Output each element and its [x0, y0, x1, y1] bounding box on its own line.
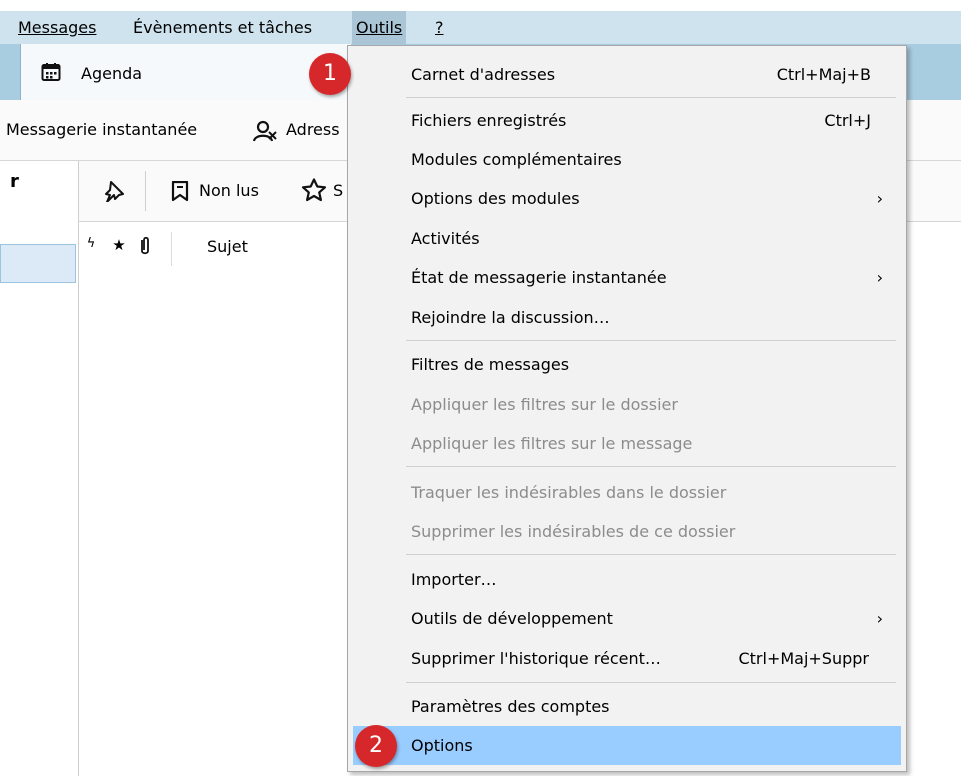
starred-filter-button[interactable]: S [333, 161, 343, 221]
menu-bar: Messages Évènements et tâches Outils ? [0, 11, 961, 44]
pin-icon[interactable] [103, 180, 125, 202]
menu-item-apply-filters-message: Appliquer les filtres sur le message [411, 434, 693, 453]
menu-help[interactable]: ? [431, 11, 448, 44]
address-book-button[interactable]: Adress [286, 100, 340, 160]
folder-pane-header: r [10, 171, 19, 192]
menu-separator [406, 682, 896, 683]
calendar-icon [41, 63, 61, 81]
tab-agenda-label: Agenda [81, 64, 143, 83]
selected-folder[interactable] [0, 244, 76, 283]
menu-item-apply-filters-folder: Appliquer les filtres sur le dossier [411, 395, 678, 414]
instant-messaging-button[interactable]: Messagerie instantanée [6, 100, 197, 160]
folder-pane: r [0, 161, 79, 776]
submenu-arrow-icon: › [876, 609, 883, 628]
menu-item-saved-files[interactable]: Fichiers enregistrés Ctrl+J [353, 101, 901, 140]
menu-events-tasks[interactable]: Évènements et tâches [129, 11, 316, 44]
tools-menu: Carnet d'adresses Ctrl+Maj+B Fichiers en… [347, 45, 907, 772]
shortcut: Ctrl+Maj+B [776, 65, 871, 84]
menu-item-delete-junk: Supprimer les indésirables de ce dossier [411, 522, 736, 541]
menu-tools[interactable]: Outils [352, 11, 407, 44]
menu-messages[interactable]: Messages [14, 11, 100, 44]
menu-separator [406, 554, 896, 555]
toolbar-separator [145, 171, 146, 211]
menu-item-run-junk-controls: Traquer les indésirables dans le dossier [411, 483, 727, 502]
address-book-icon [253, 120, 277, 142]
column-separator [171, 232, 172, 266]
star-icon [301, 178, 327, 202]
menu-separator [406, 340, 896, 341]
shortcut: Ctrl+J [824, 111, 871, 130]
submenu-arrow-icon: › [876, 268, 883, 287]
menu-item-developer-tools[interactable]: Outils de développement › [353, 599, 901, 638]
menu-item-activities[interactable]: Activités [353, 219, 901, 258]
shortcut: Ctrl+Maj+Suppr [738, 649, 869, 668]
tab-agenda[interactable]: Agenda [20, 44, 351, 100]
star-icon[interactable]: ★ [111, 236, 127, 256]
attachment-icon[interactable] [137, 236, 153, 256]
menu-item-account-settings[interactable]: Paramètres des comptes [353, 687, 901, 726]
submenu-arrow-icon: › [876, 189, 883, 208]
menu-item-addon-options[interactable]: Options des modules › [353, 179, 901, 218]
callout-1: 1 [309, 53, 351, 95]
column-subject[interactable]: Sujet [207, 222, 248, 272]
thread-icon[interactable]: ϟ [83, 236, 99, 256]
menu-item-message-filters[interactable]: Filtres de messages [353, 345, 901, 384]
menu-separator [406, 466, 896, 467]
unread-filter-button[interactable]: Non lus [199, 161, 259, 221]
menu-item-address-book[interactable]: Carnet d'adresses Ctrl+Maj+B [353, 55, 901, 94]
callout-2: 2 [355, 725, 397, 767]
menu-item-addons[interactable]: Modules complémentaires [353, 140, 901, 179]
menu-item-im-status[interactable]: État de messagerie instantanée › [353, 258, 901, 297]
menu-separator [406, 97, 896, 98]
menu-item-clear-history[interactable]: Supprimer l'historique récent… Ctrl+Maj+… [353, 639, 901, 678]
menu-item-options[interactable]: Options [353, 726, 901, 765]
unread-icon [171, 181, 189, 201]
menu-item-import[interactable]: Importer… [353, 560, 901, 599]
menu-item-join-chat[interactable]: Rejoindre la discussion… [353, 298, 901, 337]
